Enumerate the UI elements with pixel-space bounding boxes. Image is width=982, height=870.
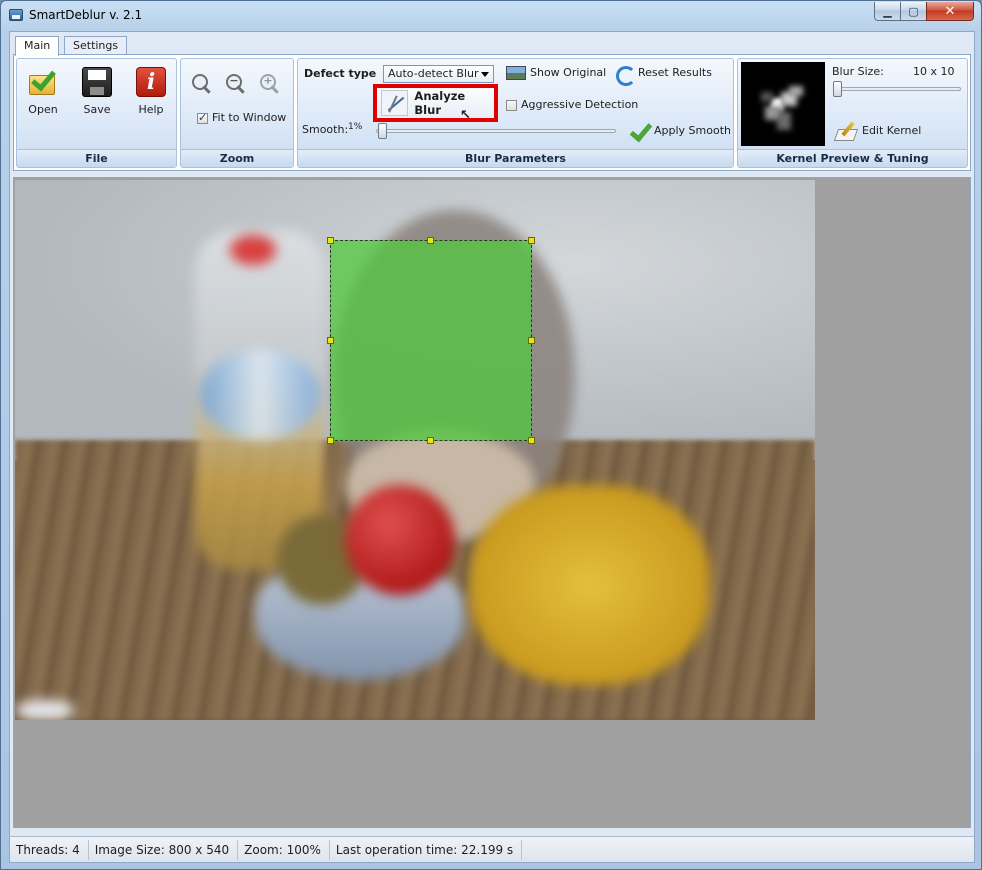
smooth-label: Smooth: <box>302 123 349 136</box>
fit-to-window-check[interactable] <box>197 111 208 124</box>
edit-kernel-label: Edit Kernel <box>862 124 922 137</box>
zoom-group-label: Zoom <box>181 149 293 167</box>
help-label: Help <box>138 103 164 116</box>
ribbon: Open Save i Help File − + Fit to Window <box>13 54 971 171</box>
resize-handle[interactable] <box>427 237 434 244</box>
help-icon: i <box>136 67 166 97</box>
resize-handle[interactable] <box>528 237 535 244</box>
client-area: Main Settings Open Save i Help File − + … <box>9 31 975 863</box>
status-bar: Threads: 4 Image Size: 800 x 540 Zoom: 1… <box>10 836 974 862</box>
file-group: Open Save i Help File <box>16 58 177 168</box>
undo-icon <box>614 64 636 86</box>
title-bar[interactable]: SmartDeblur v. 2.1 ▁ ▢ ✕ <box>1 1 981 31</box>
analyze-icon <box>381 90 409 116</box>
defect-type-select[interactable]: Auto-detect Blur <box>383 65 494 83</box>
tab-settings[interactable]: Settings <box>64 36 128 55</box>
open-button[interactable]: Open <box>21 65 65 119</box>
blur-size-label: Blur Size: <box>832 65 884 78</box>
resize-handle[interactable] <box>528 337 535 344</box>
save-button[interactable]: Save <box>75 65 119 119</box>
kernel-preview-image <box>741 62 825 146</box>
show-original-button[interactable]: Show Original <box>506 66 606 80</box>
zoom-group: − + Fit to Window Zoom <box>180 58 294 168</box>
save-icon <box>82 67 112 97</box>
apply-smooth-button[interactable]: Apply Smooth <box>628 122 731 140</box>
checkmark-icon <box>628 122 650 140</box>
close-button[interactable]: ✕ <box>926 2 974 21</box>
zoom-icon[interactable] <box>191 73 213 95</box>
help-button[interactable]: i Help <box>129 65 173 119</box>
resize-handle[interactable] <box>327 237 334 244</box>
aggressive-detection-label: Aggressive Detection <box>521 98 639 111</box>
chevron-down-icon <box>481 72 489 77</box>
fit-to-window-checkbox[interactable]: Fit to Window <box>197 111 286 124</box>
aggressive-detection-check[interactable] <box>506 99 517 111</box>
maximize-icon: ▢ <box>908 4 919 18</box>
image-canvas[interactable] <box>13 177 971 828</box>
blur-parameters-group: Defect type Auto-detect Blur Show Origin… <box>297 58 734 168</box>
save-label: Save <box>83 103 111 116</box>
status-last-operation: Last operation time: 22.199 s <box>330 839 523 860</box>
smooth-slider-thumb[interactable] <box>378 123 388 139</box>
maximize-button[interactable]: ▢ <box>900 2 927 21</box>
tab-main[interactable]: Main <box>15 36 60 56</box>
file-group-label: File <box>17 149 176 167</box>
blur-size-value: 10 x 10 <box>913 65 955 78</box>
resize-handle[interactable] <box>327 337 334 344</box>
blur-size-slider-thumb[interactable] <box>833 81 842 97</box>
minimize-icon: ▁ <box>883 4 892 18</box>
reset-results-button[interactable]: Reset Results <box>614 64 712 86</box>
zoom-out-icon[interactable]: − <box>225 73 247 95</box>
blur-parameters-group-label: Blur Parameters <box>298 149 733 167</box>
fit-to-window-label: Fit to Window <box>212 111 287 124</box>
app-window: SmartDeblur v. 2.1 ▁ ▢ ✕ Main Settings O… <box>0 0 982 870</box>
blur-size-slider-track[interactable] <box>833 87 961 91</box>
status-zoom: Zoom: 100% <box>238 839 330 860</box>
status-image-size: Image Size: 800 x 540 <box>89 839 239 860</box>
smooth-slider-track[interactable] <box>376 129 616 133</box>
app-icon <box>9 9 23 21</box>
resize-handle[interactable] <box>528 437 535 444</box>
zoom-in-icon[interactable]: + <box>259 73 281 95</box>
minimize-button[interactable]: ▁ <box>874 2 901 21</box>
apply-smooth-label: Apply Smooth <box>654 124 731 137</box>
analyze-blur-button[interactable]: Analyze Blur ↖ <box>373 84 498 123</box>
show-original-label: Show Original <box>530 66 607 79</box>
edit-kernel-button[interactable]: Edit Kernel <box>834 121 921 141</box>
defect-type-value: Auto-detect Blur <box>388 67 479 80</box>
analyze-blur-label: Analyze Blur <box>414 89 466 117</box>
zoom-in-glyph: + <box>263 74 273 87</box>
edit-icon <box>834 121 858 141</box>
window-title: SmartDeblur v. 2.1 <box>29 8 143 22</box>
zoom-out-glyph: − <box>229 74 239 87</box>
analysis-selection-region[interactable] <box>327 237 535 444</box>
image-icon <box>506 66 526 80</box>
resize-handle[interactable] <box>327 437 334 444</box>
smooth-value: 1% <box>348 122 363 132</box>
defect-type-label: Defect type <box>304 67 377 80</box>
resize-handle[interactable] <box>427 437 434 444</box>
kernel-group: Blur Size: 10 x 10 Edit Kernel Kernel Pr… <box>737 58 968 168</box>
aggressive-detection-checkbox[interactable]: Aggressive Detection <box>506 98 638 111</box>
open-icon <box>28 67 58 97</box>
kernel-group-label: Kernel Preview & Tuning <box>738 149 967 167</box>
cursor-icon: ↖ <box>460 108 471 123</box>
status-threads: Threads: 4 <box>10 839 89 860</box>
reset-results-label: Reset Results <box>638 66 712 79</box>
open-label: Open <box>28 103 58 116</box>
close-icon: ✕ <box>944 3 956 19</box>
